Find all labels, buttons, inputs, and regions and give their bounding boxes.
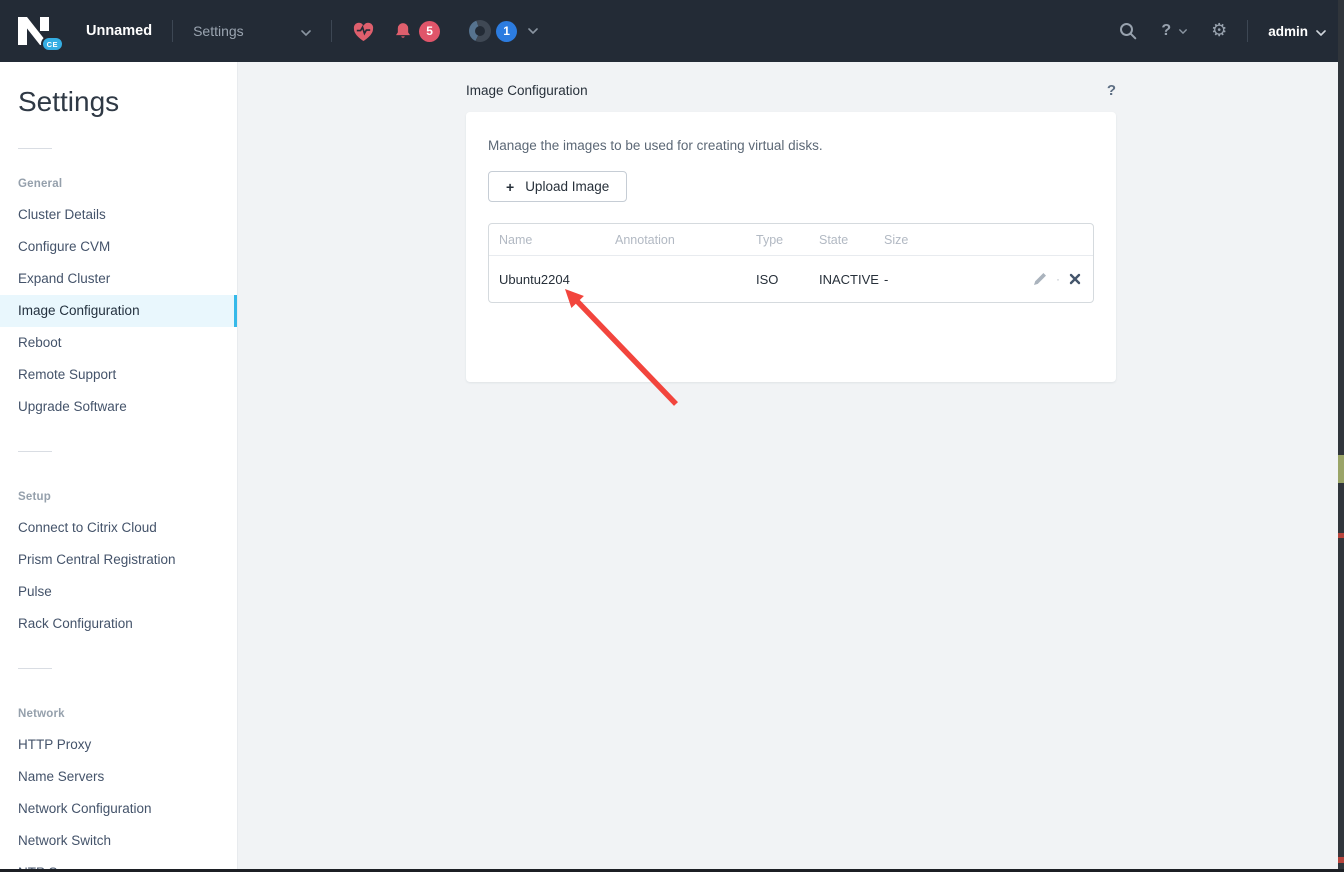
page-title: Image Configuration xyxy=(466,83,588,98)
image-configuration-card: Manage the images to be used for creatin… xyxy=(466,112,1116,382)
topbar: CE Unnamed Settings 5 1 ? ⚙ admin xyxy=(0,0,1344,62)
column-header-annotation: Annotation xyxy=(615,224,756,256)
card-description: Manage the images to be used for creatin… xyxy=(488,138,823,153)
sidebar-title: Settings xyxy=(18,86,120,117)
section-label-setup: Setup xyxy=(18,491,51,503)
sidebar-item-configure-cvm[interactable]: Configure CVM xyxy=(0,231,237,263)
health-heart-icon[interactable] xyxy=(352,21,375,42)
sidebar-divider xyxy=(18,148,52,149)
page-help-icon[interactable]: ? xyxy=(1107,82,1116,99)
sidebar-item-name-servers[interactable]: Name Servers xyxy=(0,761,237,793)
topbar-separator xyxy=(1247,20,1249,42)
settings-menu-label: Settings xyxy=(193,23,244,39)
settings-menu-dropdown[interactable]: Settings xyxy=(193,23,311,39)
sidebar-item-prism-central-registration[interactable]: Prism Central Registration xyxy=(0,544,237,576)
search-icon[interactable] xyxy=(1119,22,1137,40)
sidebar-item-http-proxy[interactable]: HTTP Proxy xyxy=(0,729,237,761)
cell-image-size: - xyxy=(884,271,889,287)
sidebar-item-reboot[interactable]: Reboot xyxy=(0,327,237,359)
table-row: Ubuntu2204 ISO INACTIVE - · xyxy=(489,256,1093,302)
chevron-down-icon xyxy=(301,23,311,39)
help-question-icon[interactable]: ? xyxy=(1161,22,1171,40)
sidebar-divider xyxy=(18,668,52,669)
section-label-network: Network xyxy=(18,708,65,720)
section-label-general: General xyxy=(18,178,63,190)
scrollbar-thumb[interactable] xyxy=(1338,455,1344,483)
tasks-chevron-down-icon[interactable] xyxy=(528,28,538,34)
scrollbar-mark xyxy=(1338,533,1344,538)
upload-image-label: Upload Image xyxy=(525,179,610,194)
column-header-state: State xyxy=(819,224,884,256)
column-header-size: Size xyxy=(884,224,1035,256)
images-table: Name Annotation Type State Size Ubuntu22… xyxy=(488,223,1094,303)
sidebar-item-upgrade-software[interactable]: Upgrade Software xyxy=(0,391,237,423)
sidebar-item-remote-support[interactable]: Remote Support xyxy=(0,359,237,391)
table-header-row: Name Annotation Type State Size xyxy=(489,224,1093,256)
edit-pencil-icon[interactable] xyxy=(1033,272,1047,286)
topbar-separator xyxy=(331,20,333,42)
sidebar-divider xyxy=(18,451,52,452)
gear-icon[interactable]: ⚙ xyxy=(1211,22,1227,40)
alerts-bell-icon[interactable] xyxy=(393,21,413,41)
actions-separator: · xyxy=(1056,272,1060,286)
sidebar-item-network-configuration[interactable]: Network Configuration xyxy=(0,793,237,825)
sidebar-item-connect-to-citrix-cloud[interactable]: Connect to Citrix Cloud xyxy=(0,512,237,544)
cluster-name: Unnamed xyxy=(86,23,153,39)
sidebar-item-cluster-details[interactable]: Cluster Details xyxy=(0,199,237,231)
sidebar-item-pulse[interactable]: Pulse xyxy=(0,576,237,608)
settings-sidebar: Settings General Cluster Details Configu… xyxy=(0,62,238,872)
user-chevron-down-icon xyxy=(1316,24,1326,39)
alerts-count-badge[interactable]: 5 xyxy=(419,20,441,42)
nutanix-logo: CE xyxy=(18,16,64,52)
help-chevron-down-icon[interactable] xyxy=(1179,28,1188,34)
tasks-count-badge[interactable]: 1 xyxy=(496,20,518,42)
scrollbar[interactable] xyxy=(1338,0,1344,872)
upload-image-button[interactable]: + Upload Image xyxy=(488,171,628,202)
delete-x-icon[interactable] xyxy=(1069,273,1081,285)
sidebar-item-network-switch[interactable]: Network Switch xyxy=(0,825,237,857)
sidebar-item-image-configuration[interactable]: Image Configuration xyxy=(0,295,237,327)
username-label: admin xyxy=(1268,23,1308,39)
sidebar-item-rack-configuration[interactable]: Rack Configuration xyxy=(0,608,237,640)
tasks-progress-donut-icon[interactable] xyxy=(469,20,492,42)
cell-image-annotation xyxy=(615,256,756,302)
cell-image-name: Ubuntu2204 xyxy=(499,271,570,287)
column-header-name: Name xyxy=(489,224,615,256)
scrollbar-mark xyxy=(1338,857,1344,863)
column-header-type: Type xyxy=(756,224,819,256)
topbar-separator xyxy=(172,20,174,42)
cell-image-type: ISO xyxy=(756,271,779,287)
main-content: Image Configuration ? Manage the images … xyxy=(238,62,1344,872)
cell-image-state: INACTIVE xyxy=(819,271,879,287)
ce-edition-badge: CE xyxy=(40,36,64,52)
user-menu[interactable]: admin xyxy=(1268,24,1326,39)
plus-icon: + xyxy=(506,178,515,195)
sidebar-item-expand-cluster[interactable]: Expand Cluster xyxy=(0,263,237,295)
